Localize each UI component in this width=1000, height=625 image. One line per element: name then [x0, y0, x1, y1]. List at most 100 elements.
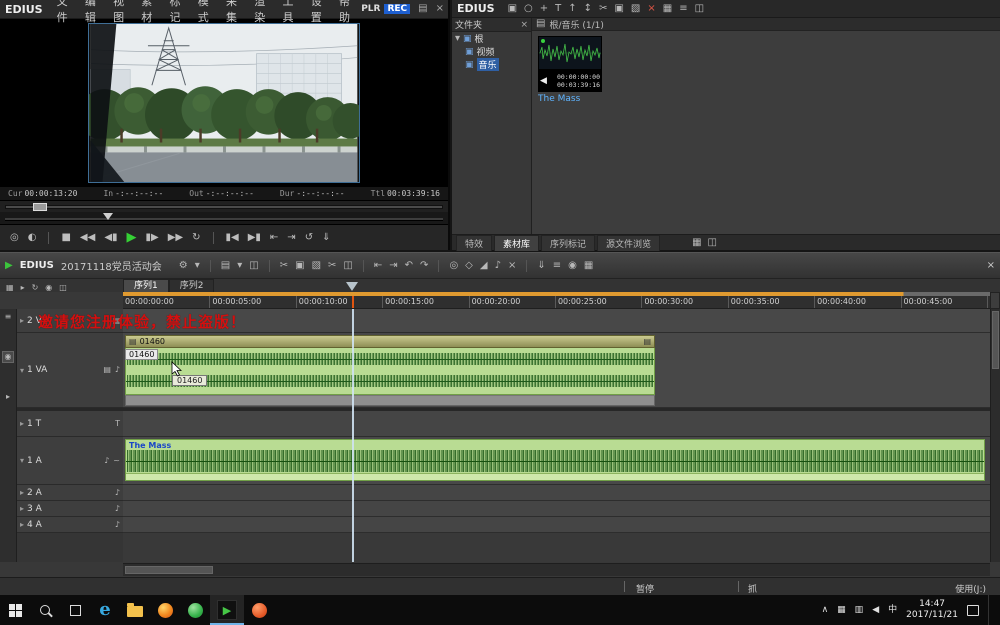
folder-panel-close-icon[interactable]: × — [520, 20, 528, 30]
audio-enable-icon[interactable]: ♪ — [115, 521, 120, 529]
sync-mode-icon[interactable]: ↻ — [32, 284, 39, 292]
vertical-scrollbar-thumb[interactable] — [992, 311, 999, 369]
expand-icon[interactable]: ▸ — [20, 504, 24, 513]
firefox-button[interactable] — [150, 595, 180, 625]
title-track-icon[interactable]: T — [115, 420, 120, 428]
tray-app-icon[interactable]: ▦ — [837, 606, 846, 615]
video-preview-frame[interactable] — [88, 23, 360, 183]
paste-clip-icon[interactable]: ▧ — [312, 261, 321, 271]
add-title-icon[interactable]: T — [555, 4, 561, 14]
save-project-icon[interactable]: ◫ — [249, 261, 258, 271]
menu-render[interactable]: 渲染 — [248, 0, 276, 25]
expand-icon[interactable]: ▸ — [20, 520, 24, 529]
previous-edit-button[interactable]: ▮◀ — [226, 233, 239, 243]
edge-browser-button[interactable]: e — [90, 595, 120, 625]
menu-mode[interactable]: 模式 — [192, 0, 220, 25]
tray-chevron-icon[interactable]: ∧ — [822, 606, 829, 615]
audio-enable-icon[interactable]: ♪ — [115, 366, 120, 374]
sequence-tab-1[interactable]: 序列1 — [123, 279, 169, 292]
playhead-line[interactable] — [352, 309, 354, 562]
lane-1T[interactable] — [123, 411, 990, 437]
ruler-corner-button[interactable] — [990, 292, 1000, 309]
taskbar-search-button[interactable] — [30, 595, 60, 625]
position-marker[interactable] — [103, 213, 113, 220]
tree-item-root[interactable]: ▾ ▣ 根 — [452, 32, 531, 45]
menu-settings[interactable]: 设置 — [305, 0, 333, 25]
ime-indicator[interactable]: 中 — [888, 606, 897, 615]
move-up-icon[interactable]: ↑ — [568, 4, 576, 14]
view-mode-icon[interactable]: ▦ — [663, 4, 672, 14]
tab-bin[interactable]: 素材库 — [494, 235, 539, 251]
window-menu-icon[interactable]: ▤ — [418, 4, 427, 14]
menu-marker[interactable]: 标记 — [164, 0, 192, 25]
previous-frame-button[interactable]: ◀▮ — [104, 233, 117, 243]
expand-icon[interactable]: ▸ — [20, 488, 24, 497]
horizontal-scrollbar[interactable] — [123, 563, 990, 576]
audio-clip-the-mass[interactable]: The Mass — [125, 439, 985, 481]
dock-icon[interactable]: ▦ — [692, 238, 701, 248]
strip-expand-icon[interactable]: ▸ — [6, 393, 10, 401]
track-header-3A[interactable]: ▸ 3 A ♪ — [17, 501, 123, 517]
next-edit-button[interactable]: ▶▮ — [248, 233, 261, 243]
trim-in-icon[interactable]: ⇤ — [374, 261, 382, 271]
track-header-1VA[interactable]: ▾ 1 VA ▤ ♪ — [17, 333, 123, 408]
cut-clip-icon[interactable]: ✂ — [280, 261, 288, 271]
undo-icon[interactable]: ↶ — [405, 261, 413, 271]
menu-tools[interactable]: 工具 — [276, 0, 304, 25]
tree-item-video[interactable]: ▣ 视频 — [452, 45, 531, 58]
tray-display-icon[interactable]: ▥ — [855, 606, 864, 615]
audio-fade-icon[interactable]: ◢ — [480, 261, 488, 271]
tab-sequence-marker[interactable]: 序列标记 — [541, 235, 595, 251]
clip-name-label[interactable]: The Mass — [538, 94, 602, 104]
tab-effects[interactable]: 特效 — [456, 235, 492, 251]
expand-icon[interactable]: ▸ — [20, 316, 24, 325]
menu-capture[interactable]: 采集 — [220, 0, 248, 25]
split-clip-icon[interactable]: ◫ — [343, 261, 352, 271]
horizontal-scrollbar-thumb[interactable] — [125, 566, 213, 574]
goto-out-button[interactable]: ⇥ — [287, 233, 295, 243]
expand-icon[interactable]: ▸ — [20, 419, 24, 428]
lane-4A[interactable] — [123, 517, 990, 533]
play-around-button[interactable]: ↺ — [305, 233, 313, 243]
mute-track-icon[interactable]: ♪ — [495, 261, 501, 271]
tree-item-music[interactable]: ▣ 音乐 — [452, 58, 531, 71]
orange-browser-button[interactable] — [244, 595, 274, 625]
shuttle-slider-handle[interactable] — [33, 203, 47, 211]
cut-icon[interactable]: ✂ — [599, 4, 607, 14]
audio-clip-card[interactable]: ◀ 00:00:00:00 00:03:39:16 The Mass — [538, 36, 602, 104]
menu-edit[interactable]: 编辑 — [79, 0, 107, 25]
delete-clip-icon[interactable]: × — [508, 261, 516, 271]
play-button[interactable]: ▶ — [127, 231, 137, 244]
file-explorer-button[interactable] — [120, 595, 150, 625]
match-frame-icon[interactable]: ◎ — [449, 261, 458, 271]
copy-clip-icon[interactable]: ▣ — [295, 261, 304, 271]
lane-2V[interactable] — [123, 309, 990, 333]
audio-enable-icon[interactable]: ♪ — [115, 489, 120, 497]
trim-out-icon[interactable]: ⇥ — [389, 261, 397, 271]
playhead-handle[interactable] — [346, 282, 358, 291]
copy-icon[interactable]: ▣ — [614, 4, 623, 14]
ripple-cut-icon[interactable]: ✂ — [328, 261, 336, 271]
sort-icon[interactable]: ↕ — [584, 4, 592, 14]
action-center-icon[interactable] — [967, 605, 979, 616]
layout-icon[interactable]: ◫ — [695, 4, 704, 14]
tab-source-browser[interactable]: 源文件浏览 — [597, 235, 660, 251]
export-frame-button[interactable]: ⇓ — [322, 233, 330, 243]
add-transition-icon[interactable]: ◇ — [465, 261, 473, 271]
fast-forward-button[interactable]: ▶▶ — [168, 233, 183, 243]
task-view-button[interactable] — [60, 595, 90, 625]
paste-icon[interactable]: ▧ — [631, 4, 640, 14]
mixer-icon[interactable]: ≡ — [553, 261, 561, 271]
strip-list-icon[interactable]: ≡ — [5, 313, 12, 321]
menu-help[interactable]: 帮助 — [333, 0, 361, 25]
delete-icon[interactable]: × — [647, 4, 655, 14]
dropdown-icon[interactable]: ▾ — [237, 261, 242, 271]
start-button[interactable] — [0, 595, 30, 625]
timeline-lanes[interactable]: ▤ 01460 ▤ 01460 The Mass — [123, 309, 990, 562]
lane-3A[interactable] — [123, 501, 990, 517]
next-frame-button[interactable]: ▮▶ — [146, 233, 159, 243]
menu-file[interactable]: 文件 — [51, 0, 79, 25]
extend-mode-icon[interactable]: ◫ — [59, 284, 67, 292]
new-folder-icon[interactable]: ▣ — [508, 4, 517, 14]
strip-selected-icon[interactable]: ◉ — [2, 351, 15, 363]
